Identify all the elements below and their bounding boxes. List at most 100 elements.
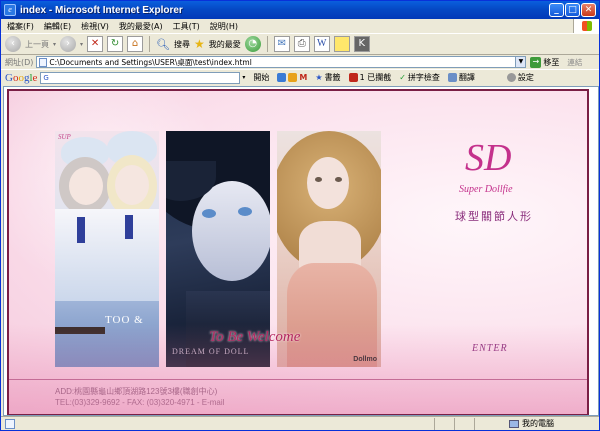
settings-label: 設定 [517, 73, 534, 82]
history-icon[interactable]: ◔ [244, 36, 261, 52]
eye-shape [202, 209, 216, 218]
menu-tools[interactable]: 工具(T) [173, 21, 200, 32]
status-text-cell [15, 417, 435, 430]
menu-help[interactable]: 說明(H) [210, 21, 238, 32]
google-tools-group[interactable]: M [277, 73, 307, 82]
status-cell [455, 417, 475, 430]
print-icon[interactable]: ⎙ [293, 36, 310, 52]
ie-icon: e [4, 4, 16, 16]
translate-button[interactable]: 翻譯 [447, 72, 475, 83]
stop-icon[interactable]: ✕ [87, 36, 104, 52]
page-content: SUP TOO & DREAM OF DOLL Dollmo To Be Wel… [3, 86, 599, 416]
address-bar: 網址(D) C:\Documents and Settings\USER\桌面\… [1, 55, 599, 69]
eye-shape [335, 177, 342, 182]
maximize-button[interactable]: □ [565, 3, 580, 17]
face-shape [69, 167, 103, 205]
spellcheck-button[interactable]: ✓ 拼字檢查 [399, 72, 440, 83]
menu-file[interactable]: 檔案(F) [7, 21, 34, 32]
spellcheck-icon: ✓ [399, 73, 406, 82]
doll-photo-2: DREAM OF DOLL [166, 131, 270, 367]
popup-blocked-button[interactable]: 1 已攔截 [348, 72, 392, 83]
back-dropdown-icon[interactable]: ▾ [53, 41, 56, 48]
enter-link[interactable]: ENTER [472, 343, 508, 354]
footer-address: ADD:桃園縣龜山鄉頂湖路123號3樓(職創中心) [55, 387, 218, 396]
page-status-icon [5, 418, 15, 429]
doll-photo-1: SUP TOO & [55, 131, 159, 367]
back-arrow-icon[interactable]: ‹ [5, 36, 21, 52]
refresh-icon[interactable]: ↻ [107, 36, 124, 52]
uniform-shape [55, 209, 159, 309]
minimize-button[interactable]: _ [549, 3, 564, 17]
google-search-dropdown-icon[interactable]: ▾ [242, 74, 245, 81]
address-dropdown-icon[interactable]: ▼ [516, 56, 527, 68]
mail-icon[interactable]: ✉ [273, 36, 290, 52]
face-shape [192, 181, 270, 281]
dollmo-watermark: Dollmo [353, 356, 377, 363]
go-button[interactable]: → 移至 [530, 56, 559, 68]
pagerank-icon [277, 73, 287, 82]
go-arrow-icon: → [530, 56, 542, 68]
face-shape [307, 157, 349, 209]
brand-subtitle: Super Dollfie [459, 184, 513, 195]
links-label[interactable]: 連結 [567, 57, 582, 68]
messenger-icon[interactable]: K [353, 36, 370, 52]
address-input[interactable]: C:\Documents and Settings\USER\桌面\test\i… [36, 56, 517, 68]
menu-edit[interactable]: 編輯(E) [44, 21, 71, 32]
translate-icon [447, 73, 457, 82]
brand-chinese-name: 球型關節人形 [455, 210, 533, 223]
coat-shape [186, 291, 270, 367]
google-search-prefix: G [43, 73, 49, 82]
close-button[interactable]: ✕ [581, 3, 596, 17]
gmail-icon[interactable]: M [299, 73, 307, 82]
face-shape [115, 165, 149, 205]
google-go-button[interactable]: 開始 [253, 72, 269, 83]
forward-arrow-icon[interactable]: › [60, 36, 77, 52]
popup-blocked-label: 1 已攔截 [359, 73, 392, 82]
trousers-shape [55, 301, 159, 367]
address-url: C:\Documents and Settings\USER\桌面\test\i… [49, 57, 252, 67]
menu-view[interactable]: 檢視(V) [81, 21, 109, 32]
word-edit-icon[interactable]: W [313, 36, 330, 52]
favorites-star-icon[interactable]: ★ [194, 37, 205, 51]
panel-text-too: TOO & [105, 314, 144, 326]
security-zone: 我的電腦 [509, 418, 554, 429]
google-logo[interactable]: Google [5, 72, 37, 84]
home-icon[interactable]: ⌂ [127, 36, 144, 52]
brand-logo: SD [465, 137, 512, 179]
bookmarks-label: 書籤 [324, 73, 341, 82]
bookmarks-button[interactable]: ★ 書籤 [315, 72, 340, 83]
search-icon[interactable]: 🔍︎ [156, 38, 170, 51]
menu-bar: 檔案(F) 編輯(E) 檢視(V) 我的最愛(A) 工具(T) 說明(H) [1, 19, 599, 33]
dress-shape [287, 263, 377, 367]
bookmark-star-icon: ★ [315, 73, 323, 82]
settings-button[interactable]: 設定 [506, 72, 534, 83]
toolbar-separator [266, 36, 268, 52]
eye-shape [315, 177, 322, 182]
search-button-label[interactable]: 搜尋 [174, 39, 190, 50]
site-frame: SUP TOO & DREAM OF DOLL Dollmo To Be Wel… [7, 89, 589, 415]
belt-shape [55, 327, 105, 334]
welcome-text: To Be Welcome [209, 329, 301, 345]
google-toolbar: Google G ▾ 開始 M ★ 書籤 1 已攔截 ✓ 拼字檢查 翻譯 設定 [1, 69, 599, 85]
tie-shape [77, 217, 85, 243]
panel-text-dream: DREAM OF DOLL [172, 347, 250, 356]
discuss-icon[interactable] [333, 36, 350, 52]
popup-blocker-icon [348, 73, 358, 82]
eye-shape [238, 207, 252, 216]
tie-shape [125, 215, 133, 239]
menu-favorites[interactable]: 我的最愛(A) [119, 21, 163, 32]
toolbar-separator [149, 36, 151, 52]
forward-dropdown-icon[interactable]: ▾ [80, 41, 83, 48]
footer-divider [9, 379, 587, 380]
google-go-label: 開始 [253, 73, 270, 82]
standard-toolbar: ‹ 上一頁 ▾ › ▾ ✕ ↻ ⌂ 🔍︎ 搜尋 ★ 我的最愛 ◔ ✉ ⎙ W K [1, 33, 599, 55]
spellcheck-label: 拼字檢查 [407, 73, 440, 82]
back-button-label[interactable]: 上一頁 [25, 39, 49, 50]
favorites-button-label[interactable]: 我的最愛 [209, 39, 241, 50]
doll-photo-3: Dollmo [277, 131, 381, 367]
windows-logo [573, 19, 599, 33]
google-search-input[interactable]: G [40, 71, 241, 84]
translate-label: 翻譯 [458, 73, 475, 82]
footer: ADD:桃園縣龜山鄉頂湖路123號3樓(職創中心) TEL:(03)329-96… [55, 386, 224, 408]
footer-contact: TEL:(03)329-9692 - FAX: (03)320-4971 - E… [55, 398, 225, 407]
